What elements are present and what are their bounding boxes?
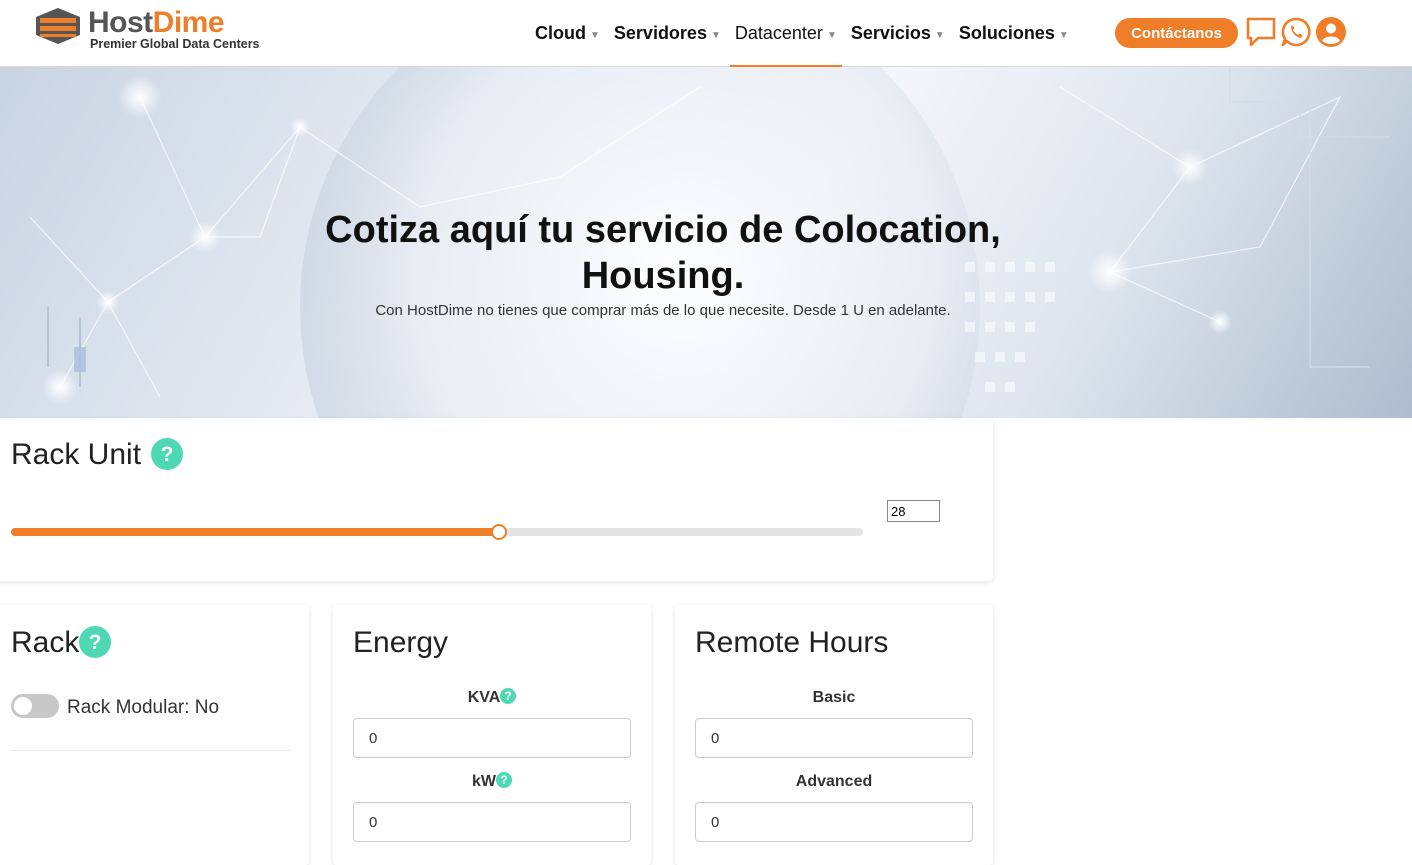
hero-title: Cotiza aquí tu servicio de Colocation, H…: [325, 209, 1001, 297]
advanced-hours-input[interactable]: [695, 802, 973, 842]
logo-name: HostDime: [88, 6, 225, 39]
chevron-down-icon: ▼: [710, 29, 721, 41]
help-icon[interactable]: ?: [151, 438, 184, 471]
nav-servidores[interactable]: Servidores ▼: [614, 0, 721, 67]
logo-mark-icon: [36, 8, 80, 44]
kva-label: KVA ?: [353, 688, 631, 707]
hostdime-logo[interactable]: HostDime Premier Global Data Centers: [34, 6, 274, 54]
svg-text:?: ?: [500, 773, 507, 787]
kw-input[interactable]: [353, 802, 631, 842]
help-icon[interactable]: ?: [79, 626, 112, 659]
chevron-down-icon: ▼: [1058, 29, 1069, 41]
remote-hours-title: Remote Hours: [695, 626, 889, 659]
user-account-icon[interactable]: [1315, 16, 1347, 48]
advanced-label: Advanced: [795, 773, 873, 790]
divider: [11, 750, 290, 751]
main-nav: Cloud ▼ Servidores ▼ Datacenter ▼ Servicios…: [535, 0, 1069, 67]
chevron-down-icon: ▼: [934, 29, 945, 41]
basic-label: Basic: [812, 689, 856, 706]
rack-modular-label: Rack Modular: No: [67, 697, 220, 718]
nav-soluciones[interactable]: Soluciones ▼: [959, 0, 1069, 67]
site-header: HostDime Premier Global Data Centers Clo…: [0, 0, 1412, 67]
rack-unit-slider-fill: [11, 528, 500, 536]
kw-label: kW ?: [353, 772, 631, 791]
logo-tagline: Premier Global Data Centers: [90, 37, 260, 51]
hero-banner: Cotiza aquí tu servicio de Colocation, H…: [0, 67, 1412, 418]
rack-unit-title: Rack Unit ?: [11, 438, 184, 472]
kva-input[interactable]: [353, 718, 631, 758]
basic-hours-input[interactable]: [695, 718, 973, 758]
whatsapp-icon[interactable]: [1280, 16, 1312, 48]
rack-title: Rack ?: [11, 626, 112, 660]
chat-icon[interactable]: [1245, 16, 1277, 48]
rack-unit-slider[interactable]: [11, 524, 863, 540]
toggle-knob: [14, 697, 32, 715]
nav-servicios[interactable]: Servicios ▼: [851, 0, 945, 67]
help-icon[interactable]: ?: [500, 688, 517, 705]
contact-button[interactable]: Contáctanos: [1115, 18, 1238, 48]
rack-modular-toggle[interactable]: [11, 694, 59, 718]
energy-title: Energy: [353, 626, 449, 659]
chevron-down-icon: ▼: [826, 29, 837, 41]
svg-text:?: ?: [505, 689, 512, 703]
help-icon[interactable]: ?: [496, 772, 512, 789]
svg-text:?: ?: [89, 631, 102, 654]
svg-text:?: ?: [161, 443, 174, 466]
nav-datacenter[interactable]: Datacenter ▼: [729, 0, 842, 67]
chevron-down-icon: ▼: [590, 29, 600, 41]
hero-subtitle: Con HostDime no tienes que comprar más d…: [375, 302, 951, 319]
nav-cloud[interactable]: Cloud ▼: [535, 0, 600, 67]
rack-unit-value-input[interactable]: [887, 500, 940, 522]
